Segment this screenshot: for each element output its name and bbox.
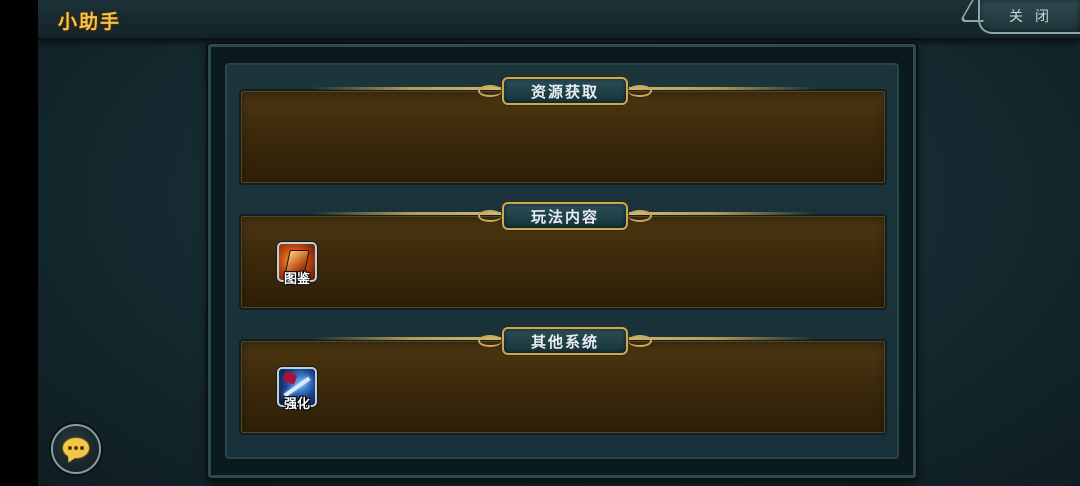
panel-inner: 资源获取 玩法内容 图鉴 其他系统 强化 <box>225 63 899 459</box>
close-button[interactable]: 关闭 <box>959 0 1080 34</box>
section-title-plate: 资源获取 <box>478 77 652 105</box>
shortcut-label: 图鉴 <box>283 272 310 287</box>
close-button-label: 关闭 <box>1009 9 1061 25</box>
top-bar: 小助手 关闭 <box>38 0 1080 40</box>
helper-screen: 小助手 关闭 资源获取 玩法内容 图鉴 其他系统 强化 <box>38 0 1080 486</box>
section-gameplay: 玩法内容 图鉴 <box>239 202 887 310</box>
shortcut-enhance[interactable]: 强化 <box>277 367 317 412</box>
main-panel: 资源获取 玩法内容 图鉴 其他系统 强化 <box>208 44 916 478</box>
section-title: 其他系统 <box>530 333 599 351</box>
chat-dot <box>74 446 78 450</box>
section-other-systems: 其他系统 强化 <box>239 327 887 435</box>
chat-dot <box>68 446 72 450</box>
shortcut-label: 强化 <box>283 397 310 412</box>
section-title-plate: 其他系统 <box>478 327 652 355</box>
section-title: 资源获取 <box>530 83 599 101</box>
section-resource: 资源获取 <box>239 77 887 185</box>
page-title: 小助手 <box>58 11 122 33</box>
shortcut-atlas[interactable]: 图鉴 <box>277 242 317 287</box>
chat-dot <box>80 446 84 450</box>
chat-bubble-icon <box>62 437 90 459</box>
section-title-plate: 玩法内容 <box>478 202 652 230</box>
chat-button[interactable] <box>51 424 101 474</box>
section-title: 玩法内容 <box>530 208 599 226</box>
